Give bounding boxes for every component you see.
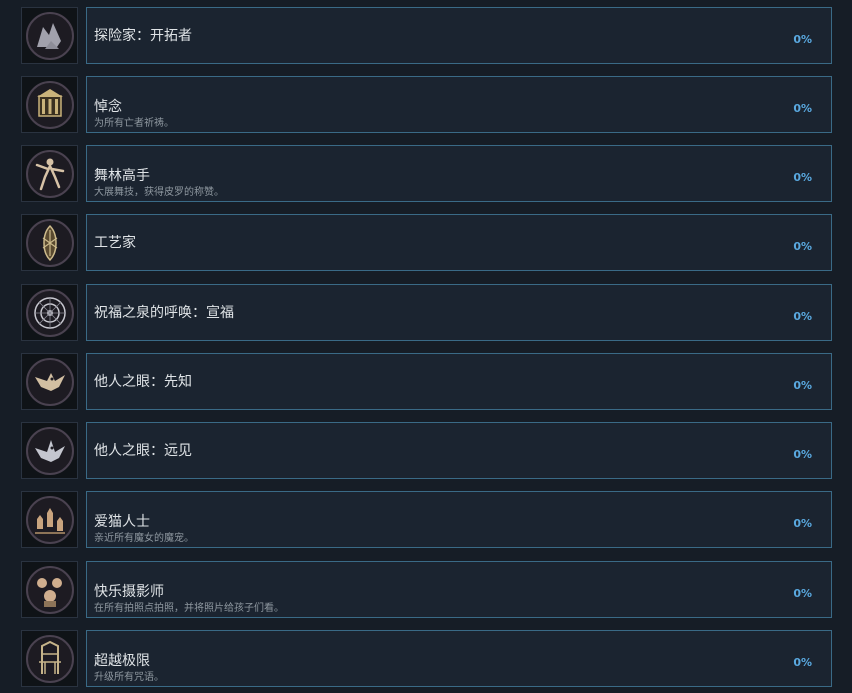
achievement-card: 悼念 为所有亡者祈祷。 0% — [86, 76, 832, 133]
achievement-card: 他人之眼：远见 0% — [86, 422, 832, 479]
achievement-card: 祝福之泉的呼唤：宣福 0% — [86, 284, 832, 341]
achievement-row[interactable]: 悼念 为所有亡者祈祷。 0% — [0, 76, 852, 134]
achievement-row[interactable]: 舞林高手 大展舞技，获得皮罗的称赞。 0% — [0, 145, 852, 203]
achievement-percent: 0% — [793, 517, 812, 530]
achievement-percent: 0% — [793, 656, 812, 669]
achievement-card: 快乐摄影师 在所有拍照点拍照，并将照片给孩子们看。 0% — [86, 561, 832, 618]
achievement-row[interactable]: 快乐摄影师 在所有拍照点拍照，并将照片给孩子们看。 0% — [0, 561, 852, 619]
achievement-card: 舞林高手 大展舞技，获得皮罗的称赞。 0% — [86, 145, 832, 202]
achievement-row[interactable]: 他人之眼：远见 0% — [0, 422, 852, 480]
achievement-percent: 0% — [793, 448, 812, 461]
achievement-row[interactable]: 他人之眼：先知 0% — [0, 353, 852, 411]
achievement-description: 为所有亡者祈祷。 — [94, 118, 174, 129]
achievement-title: 探险家：开拓者 — [94, 28, 192, 44]
achievement-description: 亲近所有魔女的魔宠。 — [94, 533, 194, 544]
achievement-title: 悼念 — [94, 99, 122, 115]
raven-foresight-icon — [21, 422, 78, 479]
achievement-row[interactable]: 工艺家 0% — [0, 214, 852, 272]
achievement-percent: 0% — [793, 240, 812, 253]
achievement-row[interactable]: 超越极限 升级所有咒语。 0% — [0, 630, 852, 688]
achievement-title: 他人之眼：远见 — [94, 443, 192, 459]
raven-prophet-icon — [21, 353, 78, 410]
achievement-description: 大展舞技，获得皮罗的称赞。 — [94, 187, 224, 198]
achievement-row[interactable]: 祝福之泉的呼唤：宣福 0% — [0, 284, 852, 342]
achievement-card: 爱猫人士 亲近所有魔女的魔宠。 0% — [86, 491, 832, 548]
achievement-card: 工艺家 0% — [86, 214, 832, 271]
achievement-title: 祝福之泉的呼唤：宣福 — [94, 305, 234, 321]
achievement-percent: 0% — [793, 171, 812, 184]
achievement-percent: 0% — [793, 587, 812, 600]
achievement-title: 他人之眼：先知 — [94, 374, 192, 390]
achievement-title: 快乐摄影师 — [94, 584, 164, 600]
achievement-row[interactable]: 爱猫人士 亲近所有魔女的魔宠。 0% — [0, 491, 852, 549]
shrine-icon — [21, 76, 78, 133]
achievement-list: 探险家：开拓者 0% 悼念 为所有亡者祈祷。 0% 舞林高手 大展舞技，获得皮罗… — [0, 0, 852, 693]
achievement-card: 他人之眼：先知 0% — [86, 353, 832, 410]
achievement-percent: 0% — [793, 102, 812, 115]
craftsman-icon — [21, 214, 78, 271]
achievement-title: 工艺家 — [94, 235, 136, 251]
achievement-description: 升级所有咒语。 — [94, 672, 164, 683]
achievement-percent: 0% — [793, 33, 812, 46]
cats-icon — [21, 491, 78, 548]
dancer-icon — [21, 145, 78, 202]
achievement-title: 爱猫人士 — [94, 514, 150, 530]
explorer-icon — [21, 7, 78, 64]
blessing-fountain-icon — [21, 284, 78, 341]
photographer-icon — [21, 561, 78, 618]
achievement-percent: 0% — [793, 310, 812, 323]
achievement-row[interactable]: 探险家：开拓者 0% — [0, 7, 852, 65]
throne-icon — [21, 630, 78, 687]
achievement-percent: 0% — [793, 379, 812, 392]
achievement-card: 探险家：开拓者 0% — [86, 7, 832, 64]
achievement-title: 舞林高手 — [94, 168, 150, 184]
achievement-description: 在所有拍照点拍照，并将照片给孩子们看。 — [94, 603, 284, 614]
achievement-title: 超越极限 — [94, 653, 150, 669]
achievement-card: 超越极限 升级所有咒语。 0% — [86, 630, 832, 687]
